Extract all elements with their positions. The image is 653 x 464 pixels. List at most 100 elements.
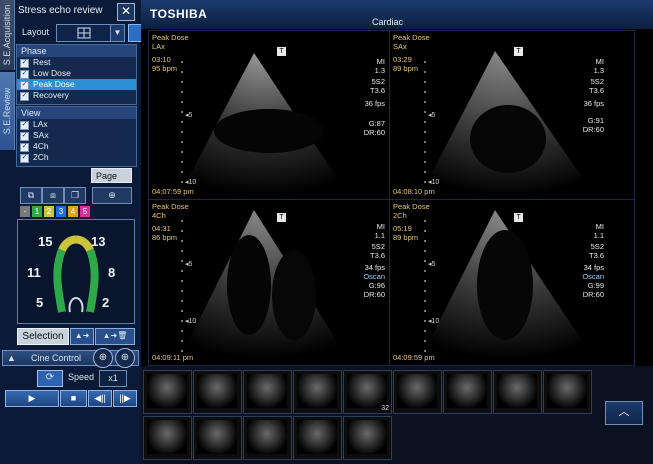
thumbnail[interactable]: 32: [343, 370, 392, 414]
tab-acquisition-label: S.E.Acquisition: [2, 4, 12, 66]
score-swatch-5[interactable]: 5: [80, 206, 90, 217]
prev-frame-button[interactable]: ◀||: [88, 390, 112, 407]
checkbox[interactable]: ✓: [20, 143, 29, 152]
view-list: View ✓ LAx ✓ SAx ✓ 4Ch ✓ 2Ch: [16, 106, 137, 167]
checkbox[interactable]: ✓: [20, 121, 29, 130]
zoom-in-icon[interactable]: ⊕: [93, 348, 113, 368]
layout-row: Layout ▼: [16, 24, 146, 42]
view-label: LAx: [152, 42, 165, 51]
clock-time: 04:08:10 pm: [393, 187, 435, 196]
depth-scale: [181, 220, 183, 360]
score-swatch-2[interactable]: 2: [44, 206, 54, 217]
tab-acquisition[interactable]: S.E.Acquisition: [0, 0, 15, 70]
list-item-lax[interactable]: ✓ LAx: [17, 119, 136, 130]
gain-value: G:87: [368, 119, 385, 128]
thumbnail[interactable]: [193, 370, 242, 414]
list-item-2ch[interactable]: ✓ 2Ch: [17, 152, 136, 163]
list-item-label: 2Ch: [33, 152, 49, 162]
layout-select[interactable]: [56, 24, 112, 42]
thumbnail[interactable]: [393, 370, 442, 414]
frequency-label: T3.6: [369, 251, 385, 260]
thumbnail[interactable]: [243, 416, 292, 460]
checkbox[interactable]: ✓: [20, 59, 29, 68]
dynamic-range: DR:60: [363, 128, 385, 137]
loop-icon[interactable]: ⟳: [37, 370, 63, 387]
copy-icon[interactable]: ❐: [64, 187, 86, 204]
target-icon[interactable]: ⊕: [92, 187, 132, 204]
thumbnail[interactable]: [293, 416, 342, 460]
page-button[interactable]: Page: [91, 168, 132, 183]
mi-label: MI: [595, 57, 604, 66]
thumbnail[interactable]: [343, 416, 392, 460]
delete-icon[interactable]: ▲➜🗑: [95, 328, 135, 345]
checkbox[interactable]: ✓: [20, 92, 29, 101]
thumbnail[interactable]: [243, 370, 292, 414]
checkbox[interactable]: ✓: [20, 154, 29, 163]
list-item-label: SAx: [33, 130, 49, 140]
thumbnail[interactable]: [493, 370, 542, 414]
segment-diagram[interactable]: 15 13 11 8 5 2: [17, 219, 135, 324]
elapsed-time: 03:10: [152, 55, 171, 64]
thumbnail[interactable]: [543, 370, 592, 414]
depth-tick: ◂10: [428, 318, 440, 325]
echo-quadrant-lax[interactable]: Peak Dose LAx 03:10 95 bpm T MI 1.3 5S2 …: [148, 30, 390, 200]
list-item-label: Recovery: [33, 90, 69, 100]
transducer-marker-icon: T: [514, 47, 523, 56]
heart-rate: 89 bpm: [393, 233, 419, 242]
scroll-up-button[interactable]: ︿: [605, 401, 643, 425]
next-frame-button[interactable]: ||▶: [113, 390, 137, 407]
compare-alt-icon[interactable]: ⧈: [42, 187, 64, 204]
score-swatch-1[interactable]: 1: [32, 206, 42, 217]
list-item-sax[interactable]: ✓ SAx: [17, 130, 136, 141]
mi-label: MI: [376, 222, 385, 231]
list-item-low-dose[interactable]: ✓ Low Dose: [17, 68, 136, 79]
play-button[interactable]: ▶: [5, 390, 59, 407]
depth-tick: ◂5: [185, 112, 193, 119]
thumbnail[interactable]: [193, 416, 242, 460]
echo-quadrant-2ch[interactable]: Peak Dose 2Ch 05:19 89 bpm T MI 1.1 5S2 …: [389, 199, 635, 366]
score-swatch-none[interactable]: -: [20, 206, 30, 217]
depth-scale: [181, 61, 183, 191]
segment-label: 11: [27, 265, 41, 280]
chevron-down-icon[interactable]: ▼: [110, 24, 125, 42]
view-title: Cardiac: [372, 17, 404, 27]
compare-icon[interactable]: ⧉: [20, 187, 42, 204]
thumbnail[interactable]: [443, 370, 492, 414]
stop-button[interactable]: ■: [60, 390, 87, 407]
close-button[interactable]: ✕: [117, 3, 135, 21]
list-item-4ch[interactable]: ✓ 4Ch: [17, 141, 136, 152]
checkbox[interactable]: ✓: [20, 132, 29, 141]
review-panel: S.E.Acquisition S.E.Review Stress echo r…: [0, 0, 146, 464]
checkbox[interactable]: ✓: [20, 81, 29, 90]
speed-select[interactable]: x1: [99, 370, 127, 387]
score-swatch-4[interactable]: 4: [68, 206, 78, 217]
selection-button[interactable]: Selection: [17, 328, 69, 345]
list-item-label: 4Ch: [33, 141, 49, 151]
checkbox[interactable]: ✓: [20, 70, 29, 79]
phase-list: Phase ✓ Rest ✓ Low Dose ✓ Peak Dose ✓ Recove…: [16, 44, 137, 105]
scan-mode: Oscan: [582, 272, 604, 281]
frame-rate: 36 fps: [364, 99, 385, 108]
thumbnail[interactable]: [143, 370, 192, 414]
brand-logo: TOSHIBA: [150, 7, 208, 21]
phase-label: Peak Dose: [152, 202, 189, 211]
depth-tick: ◂10: [185, 318, 197, 325]
mi-value: 1.3: [593, 66, 604, 75]
list-item-rest[interactable]: ✓ Rest: [17, 57, 136, 68]
mi-value: 1.3: [374, 66, 385, 75]
depth-scale: [424, 61, 426, 191]
echo-quadrant-4ch[interactable]: Peak Dose 4Ch 04:31 86 bpm T MI 1.1 5S2 …: [148, 199, 390, 366]
score-swatch-3[interactable]: 3: [56, 206, 66, 217]
thumbnail[interactable]: [293, 370, 342, 414]
thumbnail[interactable]: [143, 416, 192, 460]
zoom-plus-icon[interactable]: ⊕: [115, 348, 135, 368]
mi-value: 1.1: [593, 231, 604, 240]
list-item-peak-dose[interactable]: ✓ Peak Dose: [17, 79, 136, 90]
segment-label: 15: [38, 234, 53, 249]
clock-time: 04:07:59 pm: [152, 187, 194, 196]
echo-quadrant-sax[interactable]: Peak Dose SAx 03:29 89 bpm T MI 1.3 5S2 …: [389, 30, 635, 200]
dynamic-range: DR:60: [363, 290, 385, 299]
list-item-recovery[interactable]: ✓ Recovery: [17, 90, 136, 101]
forward-icon[interactable]: ▲➜: [70, 328, 94, 345]
tab-review[interactable]: S.E.Review: [0, 72, 15, 150]
